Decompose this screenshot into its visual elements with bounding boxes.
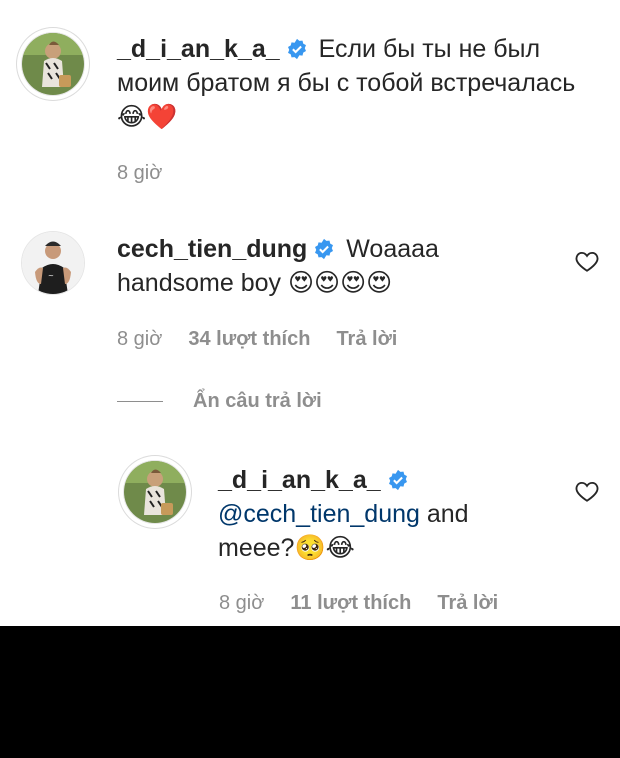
verified-badge-icon: [287, 38, 306, 60]
svg-text:~: ~: [48, 272, 54, 280]
username[interactable]: _d_i_an_k_a_: [218, 466, 381, 494]
reply-meta: 8 giờ 11 lượt thích Trả lời: [219, 592, 498, 615]
comment-meta: 8 giờ: [117, 162, 162, 185]
verified-badge-icon: [315, 238, 334, 260]
mention-link[interactable]: @cech_tien_dung: [218, 500, 420, 528]
likes-count[interactable]: 11 lượt thích: [290, 592, 411, 615]
heart-outline-icon[interactable]: [574, 478, 600, 504]
reply-body: _d_i_an_k_a_ @cech_tien_dung and meee?🥺😂: [218, 463, 548, 565]
timestamp[interactable]: 8 giờ: [117, 162, 162, 185]
divider-line: [117, 401, 163, 402]
reply-button[interactable]: Trả lời: [336, 328, 397, 351]
comment-body: _d_i_an_k_a_ Если бы ты не был моим брат…: [117, 32, 587, 134]
timestamp[interactable]: 8 giờ: [117, 328, 162, 351]
comment-emoji: 😍😍😍😍: [287, 268, 393, 297]
timestamp[interactable]: 8 giờ: [219, 592, 264, 615]
username[interactable]: cech_tien_dung: [117, 235, 307, 263]
verified-badge-icon: [388, 469, 407, 491]
comment-meta: 8 giờ 34 lượt thích Trả lời: [117, 328, 397, 351]
hide-replies-label: Ẩn câu trả lời: [193, 390, 322, 412]
hide-replies-toggle[interactable]: Ẩn câu trả lời: [117, 390, 322, 413]
comment-body: cech_tien_dung Woaaaa handsome boy 😍😍😍😍: [117, 232, 557, 300]
username[interactable]: _d_i_an_k_a_: [117, 35, 280, 63]
reply-emoji: 🥺😂: [294, 533, 355, 562]
heart-outline-icon[interactable]: [574, 248, 600, 274]
likes-count[interactable]: 34 lượt thích: [188, 328, 310, 351]
avatar-cech-tien-dung[interactable]: ~: [22, 232, 84, 294]
avatar-dianka[interactable]: [22, 33, 84, 95]
comment-emoji: 😂❤️: [117, 102, 178, 131]
avatar-dianka[interactable]: [124, 461, 186, 523]
reply-button[interactable]: Trả lời: [437, 592, 498, 615]
black-bar: [0, 626, 620, 758]
